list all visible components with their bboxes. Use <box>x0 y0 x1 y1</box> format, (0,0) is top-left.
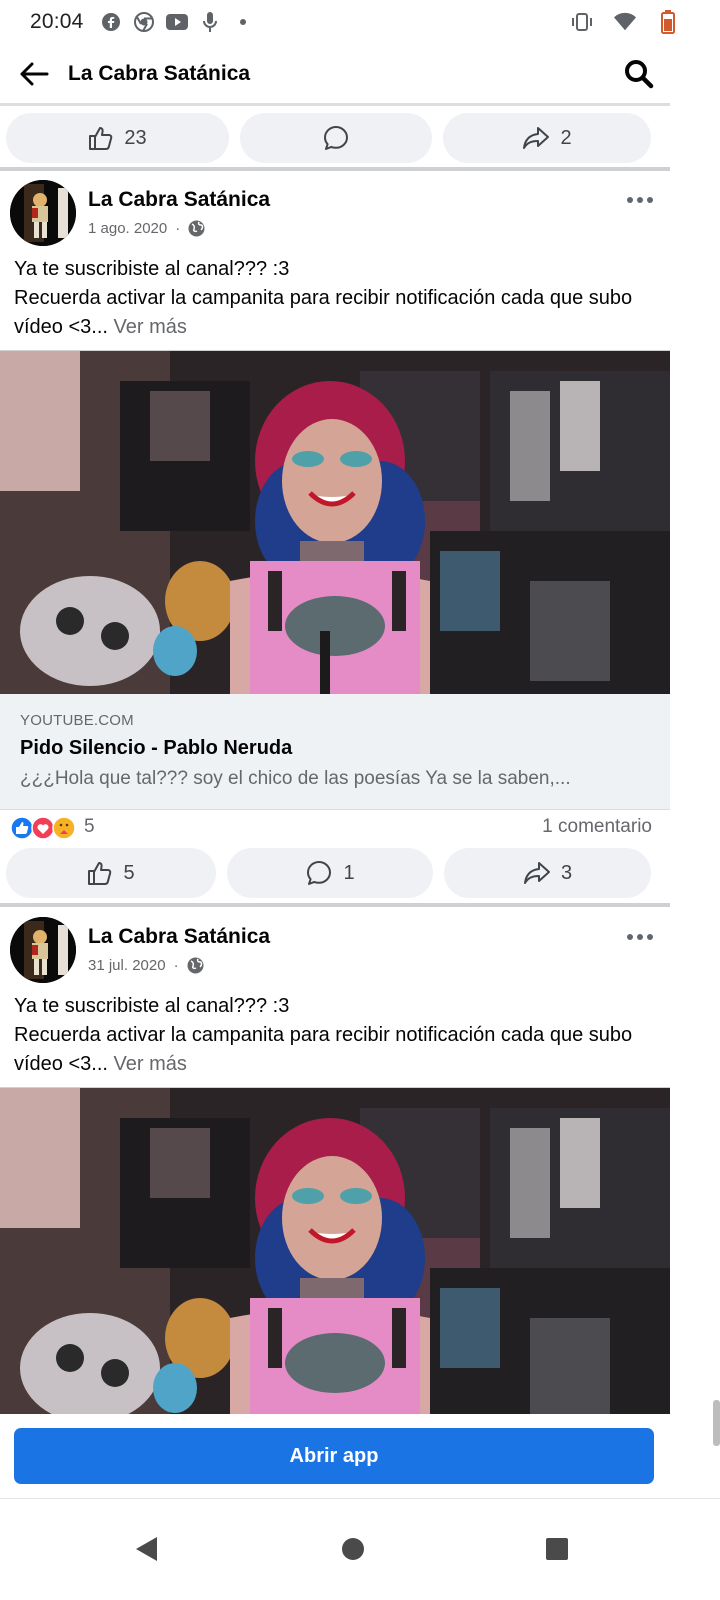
meta-separator: · <box>175 220 181 237</box>
like-button[interactable]: 5 <box>6 848 216 898</box>
thumbs-up-icon <box>88 862 112 885</box>
post-divider <box>0 167 670 171</box>
status-time: 20:04 <box>30 10 84 33</box>
mic-icon <box>199 11 221 33</box>
reactions-summary[interactable]: 5 1 comentario <box>0 810 670 846</box>
like-button[interactable]: 23 <box>6 113 229 163</box>
post-text-line: Ya te suscribiste al canal??? :3 <box>14 258 290 280</box>
comment-button[interactable]: 1 <box>227 848 433 898</box>
dot-icon <box>232 11 254 33</box>
comment-icon <box>307 861 332 885</box>
search-button[interactable] <box>608 43 670 105</box>
avatar[interactable] <box>10 180 76 246</box>
post-media-thumbnail[interactable] <box>0 1087 670 1414</box>
scrollbar-thumb[interactable] <box>713 1400 720 1446</box>
like-count: 5 <box>123 861 135 884</box>
arrow-left-icon <box>20 62 49 85</box>
comment-count: 1 <box>343 861 355 884</box>
more-options-button[interactable] <box>620 925 660 949</box>
app-bar: La Cabra Satánica <box>0 44 670 106</box>
share-count: 2 <box>560 126 572 149</box>
post-divider <box>0 903 670 907</box>
status-bar: 20:04 <box>0 0 720 44</box>
comment-button[interactable] <box>240 113 432 163</box>
post-header: La Cabra Satánica 31 jul. 2020 · <box>0 915 670 985</box>
comment-count-link[interactable]: 1 comentario <box>542 816 652 838</box>
wifi-icon <box>614 11 636 33</box>
chrome-icon <box>133 11 155 33</box>
previous-post-actions: 23 2 <box>0 108 670 166</box>
back-button[interactable] <box>0 43 68 105</box>
post-date[interactable]: 1 ago. 2020 <box>88 220 167 237</box>
reaction-count: 5 <box>84 816 95 837</box>
thumbs-up-icon <box>89 127 113 150</box>
share-button[interactable]: 3 <box>444 848 651 898</box>
nav-home-button[interactable] <box>323 1519 383 1579</box>
square-recents-icon <box>546 1538 568 1560</box>
post-actions: 5 1 3 <box>0 843 670 901</box>
link-preview-card[interactable]: YOUTUBE.COM Pido Silencio - Pablo Neruda… <box>0 694 670 810</box>
post-text-line: Recuerda activar la campanita para recib… <box>14 1024 633 1075</box>
post-text: Ya te suscribiste al canal??? :3 Recuerd… <box>14 255 664 342</box>
share-button[interactable]: 2 <box>443 113 651 163</box>
post-text-line: Ya te suscribiste al canal??? :3 <box>14 995 290 1017</box>
circle-home-icon <box>342 1538 364 1560</box>
nav-recents-button[interactable] <box>527 1519 587 1579</box>
youtube-icon <box>165 11 188 33</box>
see-more-link[interactable]: Ver más <box>114 316 187 338</box>
link-title: Pido Silencio - Pablo Neruda <box>20 737 293 759</box>
share-count: 3 <box>560 861 573 884</box>
meta-separator: · <box>173 957 179 974</box>
post-text: Ya te suscribiste al canal??? :3 Recuerd… <box>14 992 664 1079</box>
comment-icon <box>324 126 348 150</box>
open-app-button[interactable]: Abrir app <box>14 1428 654 1484</box>
nav-back-button[interactable] <box>116 1519 176 1579</box>
triangle-back-icon <box>136 1537 157 1561</box>
see-more-link[interactable]: Ver más <box>114 1053 187 1075</box>
post-meta: 1 ago. 2020 · <box>88 220 205 237</box>
post-text-line: Recuerda activar la campanita para recib… <box>14 287 633 338</box>
post-media-thumbnail[interactable] <box>0 350 670 694</box>
globe-icon <box>188 220 205 237</box>
like-count: 23 <box>124 126 147 149</box>
share-icon <box>523 127 550 149</box>
post-date[interactable]: 31 jul. 2020 <box>88 957 166 974</box>
system-navigation-bar <box>0 1498 720 1600</box>
link-description: ¿¿¿Hola que tal??? soy el chico de las p… <box>20 768 571 789</box>
post-header: La Cabra Satánica 1 ago. 2020 · <box>0 178 670 248</box>
battery-icon <box>657 10 679 34</box>
vibrate-icon <box>571 11 593 33</box>
avatar[interactable] <box>10 917 76 983</box>
search-icon <box>625 59 654 88</box>
globe-icon <box>187 957 204 974</box>
more-options-button[interactable] <box>620 188 660 212</box>
post-author[interactable]: La Cabra Satánica <box>88 925 270 949</box>
post-meta: 31 jul. 2020 · <box>88 957 204 974</box>
reaction-icons <box>10 816 76 840</box>
page-title: La Cabra Satánica <box>68 61 251 85</box>
facebook-icon <box>100 11 122 33</box>
share-icon <box>523 862 550 884</box>
link-domain: YOUTUBE.COM <box>20 712 134 729</box>
post-author[interactable]: La Cabra Satánica <box>88 188 270 212</box>
care-reaction-icon <box>52 816 76 840</box>
